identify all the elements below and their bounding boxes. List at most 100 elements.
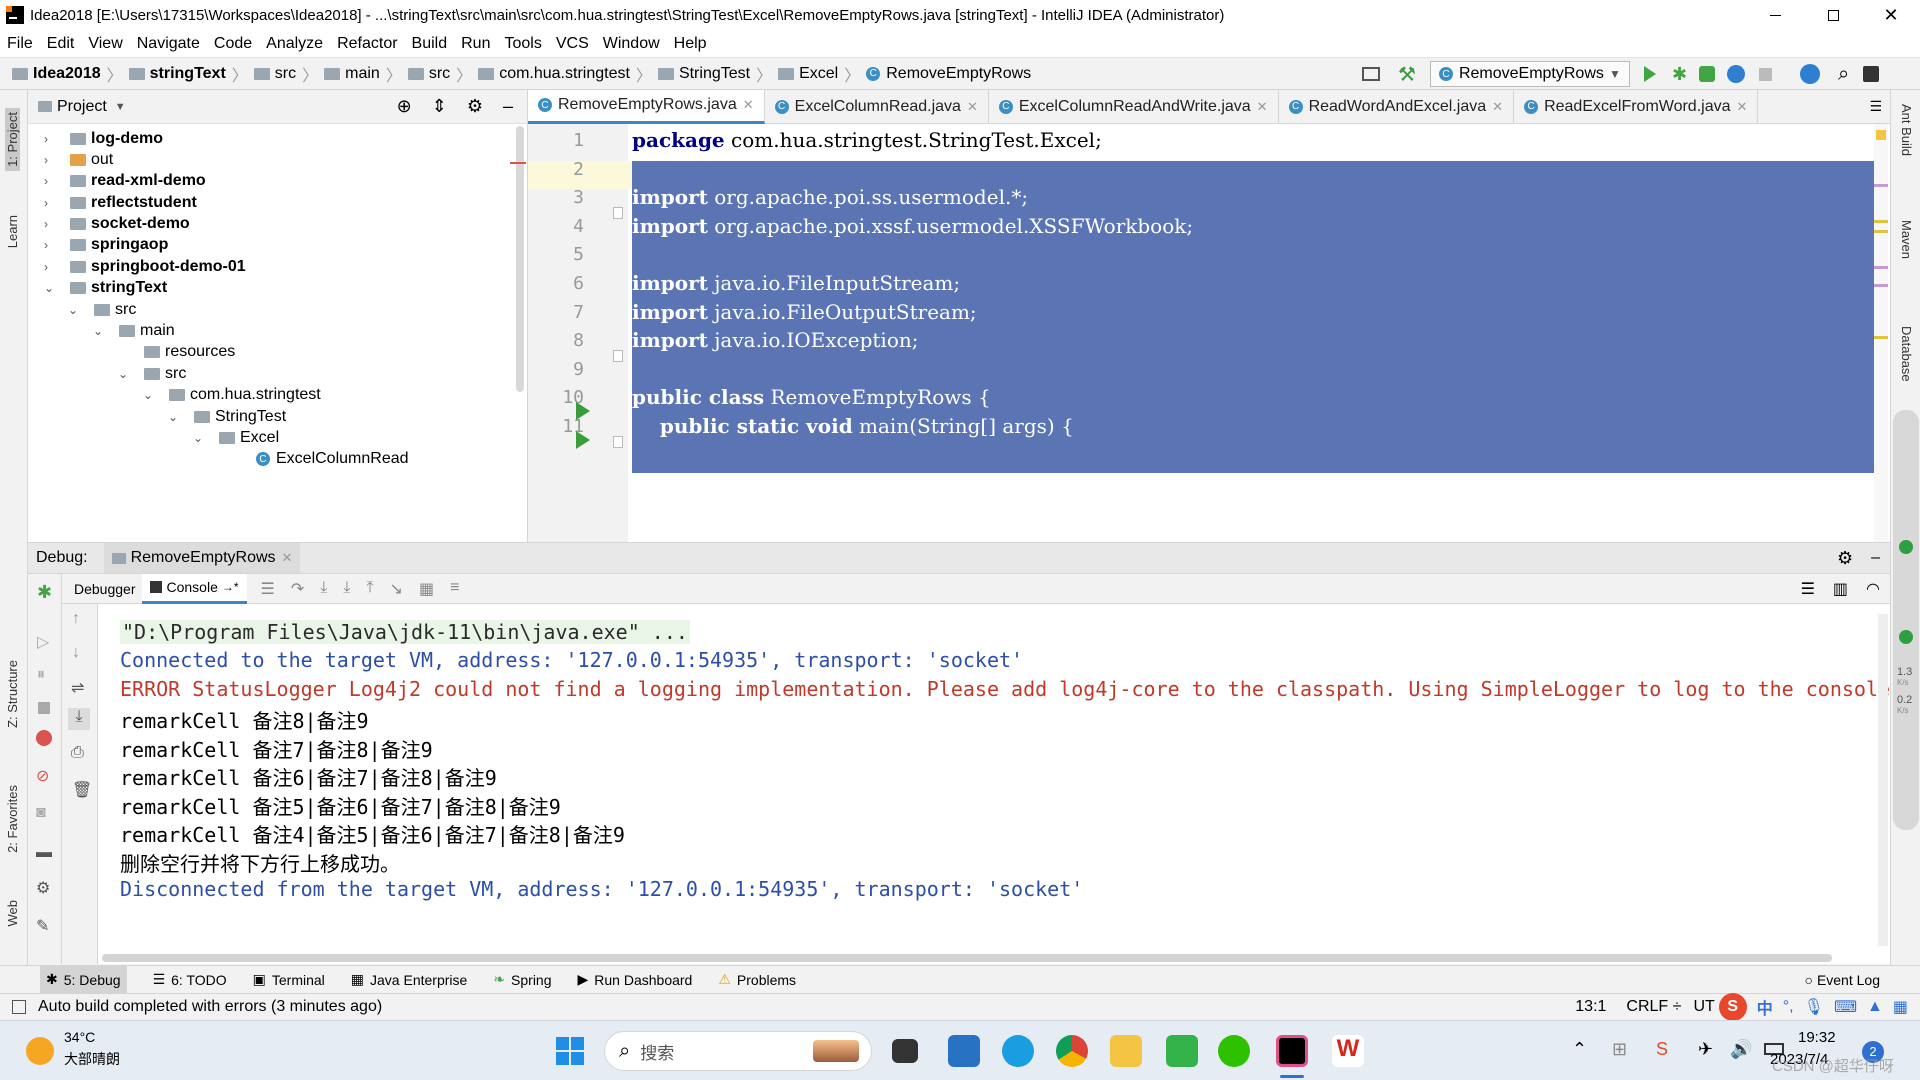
run-gutter-icon[interactable] — [576, 431, 590, 449]
chrome-icon[interactable] — [1056, 1035, 1088, 1067]
scroll-to-end-icon[interactable]: ⤓ — [68, 708, 90, 730]
line-separator[interactable]: CRLF ÷ — [1626, 998, 1681, 1016]
hide-icon[interactable]: – — [503, 96, 513, 117]
tab-list-icon[interactable]: ☰ — [1869, 98, 1882, 115]
vertical-scrollbar[interactable] — [1878, 614, 1888, 946]
breadcrumb-src[interactable]: src 〉 — [253, 62, 318, 86]
plugin-icon[interactable] — [1863, 66, 1880, 82]
fold-marker-icon[interactable] — [613, 207, 623, 219]
tray-sogou-icon[interactable]: S — [1656, 1039, 1668, 1060]
close-tab-icon[interactable]: ✕ — [967, 99, 978, 115]
menu-run[interactable]: Run — [454, 35, 497, 53]
weather-icon[interactable] — [26, 1037, 54, 1065]
trace-icon[interactable]: ≡ — [450, 579, 459, 599]
tool-debug[interactable]: ✱ 5: Debug — [40, 966, 127, 993]
media-player-icon[interactable] — [1166, 1035, 1198, 1067]
code-area[interactable]: 1 2 3 4 5 6 7 8 9 10 11 package com.hua.… — [528, 124, 1890, 542]
status-message[interactable]: Auto build completed with errors (3 minu… — [38, 998, 382, 1016]
learn-tool-tab[interactable]: Learn — [5, 215, 20, 248]
menu-edit[interactable]: Edit — [40, 35, 82, 53]
step-into-icon[interactable]: ⤓ — [320, 579, 327, 599]
debug-icon[interactable]: ✱ — [1672, 64, 1687, 85]
run-gutter-icon[interactable] — [576, 402, 590, 420]
horizontal-scrollbar[interactable] — [102, 954, 1832, 962]
menu-view[interactable]: View — [81, 35, 129, 53]
layout-icon[interactable]: ▥ — [1833, 579, 1848, 599]
layout-icon[interactable] — [1362, 67, 1380, 81]
intellij-icon[interactable] — [1276, 1035, 1308, 1067]
tab-excelcolumnread[interactable]: C ExcelColumnRead.java ✕ — [765, 89, 989, 124]
menu-refactor[interactable]: Refactor — [330, 35, 404, 53]
tab-removeemptyrows[interactable]: C RemoveEmptyRows.java ✕ — [528, 89, 765, 124]
project-tool-tab[interactable]: 1: Project — [5, 108, 20, 171]
tab-excelcolumnreadandwrite[interactable]: C ExcelColumnReadAndWrite.java ✕ — [989, 89, 1279, 124]
maven-tool-tab[interactable]: Maven — [1899, 220, 1914, 259]
tool-run-dashboard[interactable]: ▶ Run Dashboard — [578, 971, 693, 988]
hide-icon[interactable]: – — [1871, 549, 1880, 567]
camera-icon[interactable]: ◙ — [36, 804, 46, 822]
profile-icon[interactable] — [1727, 65, 1746, 83]
tool-event-log[interactable]: ○ Event Log — [1804, 972, 1880, 988]
tab-readexcelfromword[interactable]: C ReadExcelFromWord.java ✕ — [1514, 89, 1759, 124]
tool-problems[interactable]: ⚠ Problems — [718, 971, 796, 988]
fold-marker-icon[interactable] — [613, 350, 623, 362]
menu-analyze[interactable]: Analyze — [259, 35, 330, 53]
menu-file[interactable]: File — [0, 35, 40, 53]
close-tab-icon[interactable]: ✕ — [1492, 99, 1503, 115]
update-icon[interactable] — [1800, 64, 1821, 84]
breadcrumb-excel[interactable]: Excel 〉 — [778, 62, 860, 86]
menu-build[interactable]: Build — [405, 35, 455, 53]
file-explorer-icon[interactable] — [1110, 1035, 1142, 1067]
breadcrumb-class[interactable]: C RemoveEmptyRows — [866, 65, 1031, 83]
step-out-icon[interactable]: ⤒ — [366, 579, 373, 599]
pin-icon[interactable]: ✎ — [36, 916, 49, 936]
wechat-icon[interactable] — [1218, 1035, 1250, 1067]
breadcrumb-main[interactable]: main 〉 — [324, 62, 402, 86]
breadcrumb-project[interactable]: Idea2018 〉 — [12, 62, 123, 86]
close-tab-icon[interactable]: ✕ — [1257, 99, 1268, 115]
speed-icon[interactable]: ◠ — [1866, 579, 1880, 599]
menu-help[interactable]: Help — [667, 35, 714, 53]
menu-navigate[interactable]: Navigate — [130, 35, 207, 53]
step-over-icon[interactable]: ↷ — [291, 579, 304, 599]
favorites-tool-tab[interactable]: 2: Favorites — [5, 785, 20, 853]
menu-window[interactable]: Window — [596, 35, 667, 53]
gear-icon[interactable]: ⚙ — [36, 878, 50, 898]
file-encoding[interactable]: UT — [1693, 998, 1714, 1016]
tray-ime-icon[interactable]: ⊞ — [1612, 1039, 1627, 1060]
tool-todo[interactable]: ☰ 6: TODO — [153, 971, 227, 988]
gear-icon[interactable]: ⚙ — [1837, 548, 1853, 569]
project-view-selector[interactable]: Project — [57, 98, 107, 116]
run-icon[interactable] — [1643, 66, 1656, 82]
console-output[interactable]: "D:\Program Files\Java\jdk-11\bin\java.e… — [98, 604, 1890, 964]
tray-chevron-icon[interactable]: ⌃ — [1572, 1039, 1587, 1060]
debug-session-tab[interactable]: RemoveEmptyRows ✕ — [103, 543, 301, 573]
breadcrumb-module[interactable]: stringText 〉 — [128, 62, 248, 86]
scrollbar[interactable] — [516, 126, 524, 392]
down-arrow-icon[interactable]: ↓ — [72, 644, 80, 662]
tray-network-icon[interactable]: ✈ — [1698, 1039, 1713, 1060]
structure-tool-tab[interactable]: Z: Structure — [5, 660, 20, 728]
run-to-cursor-icon[interactable]: ↘ — [390, 579, 403, 599]
wps-icon[interactable]: W — [1332, 1035, 1364, 1067]
gear-icon[interactable]: ⚙ — [467, 96, 483, 117]
view-breakpoints-icon[interactable] — [36, 730, 52, 746]
menu-code[interactable]: Code — [207, 35, 259, 53]
menu-vcs[interactable]: VCS — [549, 35, 596, 53]
print-icon[interactable]: ⎙ — [71, 744, 84, 762]
menu-tools[interactable]: Tools — [497, 35, 548, 53]
fold-marker-icon[interactable] — [613, 436, 623, 448]
ime-toolbar[interactable]: S 中 °, 🎙 ⌨ ▲ ▦ — [1718, 993, 1908, 1021]
stop-icon[interactable] — [1759, 67, 1773, 81]
layout-icon[interactable]: ▬ — [36, 844, 52, 862]
taskbar-search[interactable]: ⌕ 搜索 — [604, 1031, 872, 1071]
caret-position[interactable]: 13:1 — [1575, 998, 1606, 1016]
tool-spring[interactable]: ❧ Spring — [493, 971, 551, 988]
menu-lines-icon[interactable]: ☰ — [261, 579, 275, 599]
pause-icon[interactable]: ⏸ — [37, 666, 45, 684]
build-hammer-icon[interactable]: ⚒ — [1398, 62, 1416, 87]
resume-icon[interactable]: ▷ — [37, 632, 49, 652]
tool-java-enterprise[interactable]: ▦ Java Enterprise — [351, 971, 468, 988]
breadcrumb-stringtest[interactable]: StringTest 〉 — [657, 62, 772, 86]
status-toggle-icon[interactable] — [12, 1000, 26, 1014]
